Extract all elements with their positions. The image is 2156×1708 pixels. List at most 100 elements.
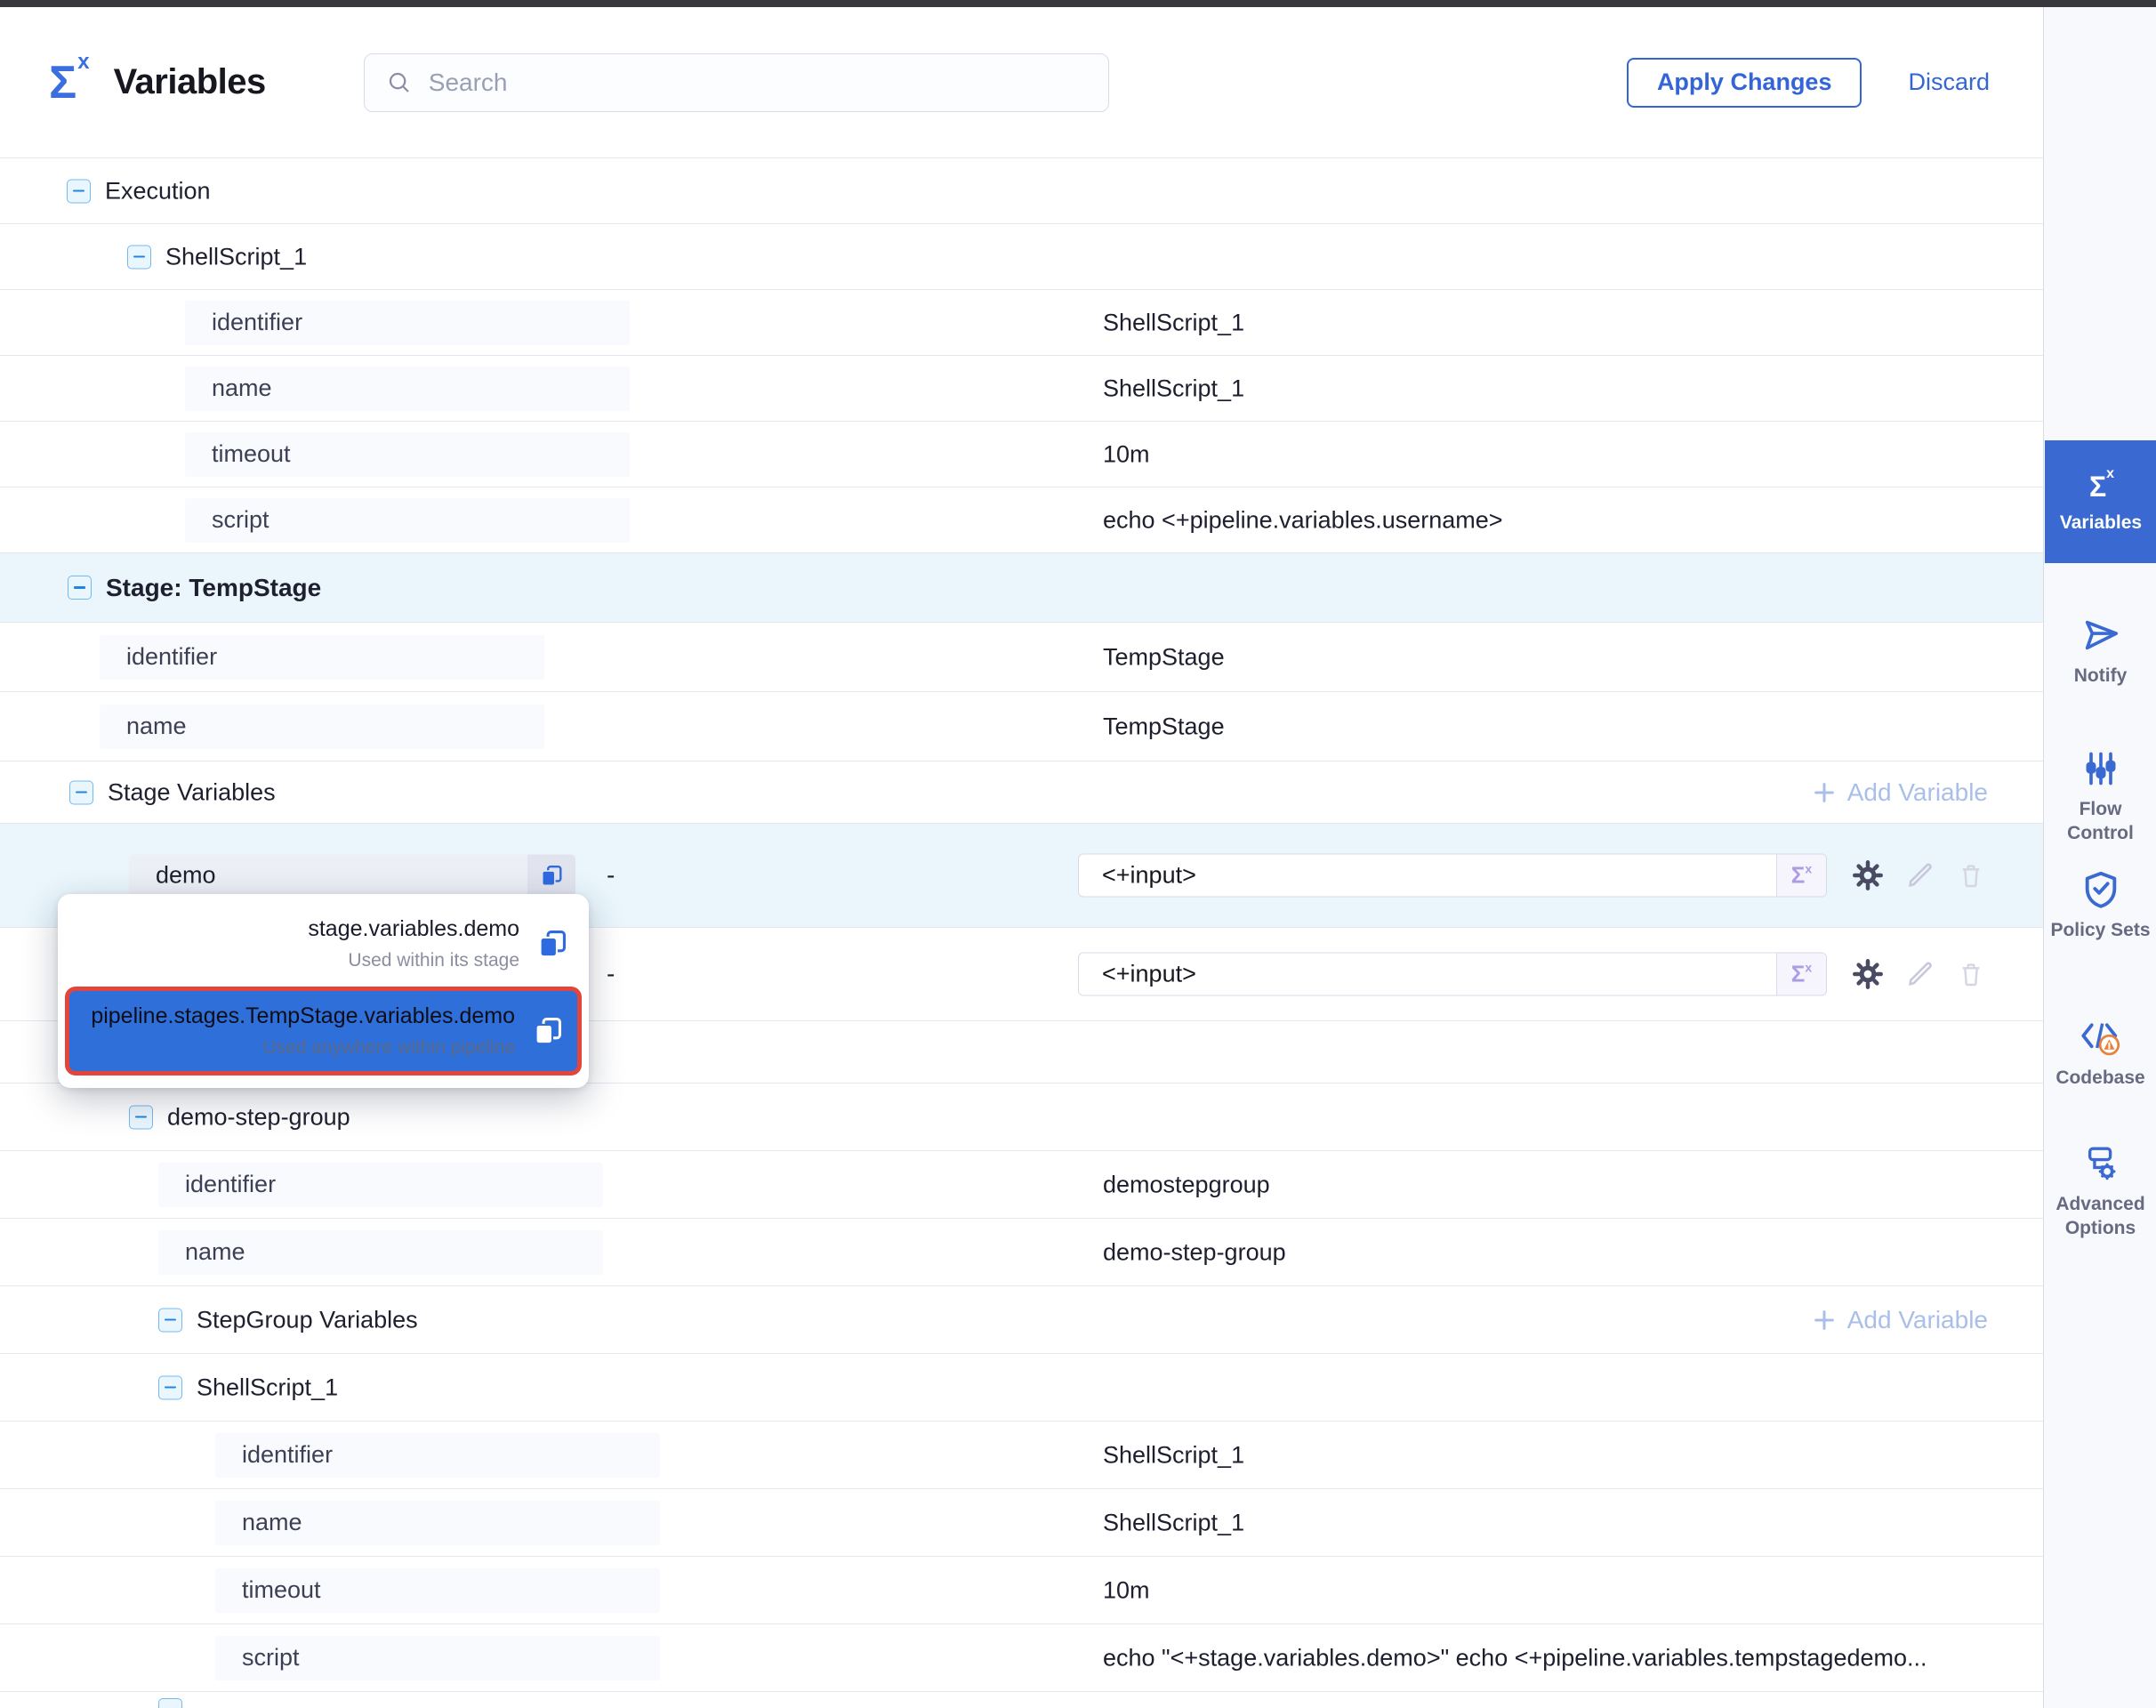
variables-sigma-icon: Σx xyxy=(2089,471,2112,504)
tree-row-shellscript[interactable]: ShellScript_1 xyxy=(0,224,2043,290)
variables-drawer: Σx Variables Search Apply Changes Discar… xyxy=(0,0,2156,1708)
property-value: ShellScript_1 xyxy=(1103,309,1244,336)
property-value: ShellScript_1 xyxy=(1103,1509,1244,1536)
delete-variable-icon[interactable] xyxy=(1957,861,1985,890)
paper-plane-icon xyxy=(2080,615,2121,656)
tree-label: demo-step-group xyxy=(167,1103,350,1131)
collapse-icon[interactable] xyxy=(158,1308,182,1332)
variable-path-popup: stage.variables.demo Used within its sta… xyxy=(58,894,589,1088)
variable-value-input[interactable]: <+input> Σx xyxy=(1078,854,1827,898)
copy-variable-button[interactable] xyxy=(527,855,575,897)
variable-path: stage.variables.demo xyxy=(308,916,519,942)
property-key: script xyxy=(185,498,630,543)
sidebar-item-variables[interactable]: Σx Variables xyxy=(2045,440,2156,563)
sidebar-item-flow-control[interactable]: Flow Control xyxy=(2044,747,2156,845)
edit-variable-icon[interactable] xyxy=(1905,860,1935,890)
variable-path-option-pipeline-selected[interactable]: pipeline.stages.TempStage.variables.demo… xyxy=(65,987,582,1076)
tree-row-stage-variables[interactable]: Stage Variables Add Variable xyxy=(0,761,2043,824)
property-row-timeout: timeout 10m xyxy=(0,1557,2043,1624)
flowchart-gear-icon xyxy=(2080,1143,2121,1184)
sidebar-item-advanced-options[interactable]: Advanced Options xyxy=(2044,1142,2156,1240)
sidebar-item-label: Flow Control xyxy=(2044,797,2156,845)
property-row-identifier: identifier ShellScript_1 xyxy=(0,1422,2043,1489)
collapse-icon[interactable] xyxy=(69,780,93,804)
property-row-identifier: identifier demostepgroup xyxy=(0,1151,2043,1219)
discard-button[interactable]: Discard xyxy=(1908,68,1990,96)
collapse-icon[interactable] xyxy=(127,245,151,269)
property-key: identifier xyxy=(158,1163,603,1207)
collapse-icon[interactable] xyxy=(129,1105,153,1129)
add-variable-label: Add Variable xyxy=(1847,1306,1988,1334)
collapse-icon[interactable] xyxy=(158,1375,182,1399)
tree-row-stepgroup-variables[interactable]: StepGroup Variables Add Variable xyxy=(0,1286,2043,1354)
property-row-identifier: identifier TempStage xyxy=(0,623,2043,692)
sidebar-item-codebase[interactable]: Codebase xyxy=(2044,1016,2156,1090)
search-icon xyxy=(386,69,413,96)
property-value: TempStage xyxy=(1103,713,1225,740)
stage-title: Stage: TempStage xyxy=(106,574,321,602)
sidebar-item-label: Codebase xyxy=(2044,1066,2156,1090)
property-key: identifier xyxy=(100,635,544,680)
add-variable-button[interactable]: Add Variable xyxy=(1812,778,1988,807)
page-title: Variables xyxy=(114,62,266,102)
runtime-input-type-button[interactable]: Σx xyxy=(1776,954,1826,995)
property-key: identifier xyxy=(215,1433,660,1478)
variable-settings-icon[interactable] xyxy=(1852,958,1884,990)
copy-path-icon[interactable] xyxy=(537,929,567,959)
property-key: timeout xyxy=(215,1568,660,1613)
partial-next-row xyxy=(0,1692,2043,1708)
variable-value-input[interactable]: <+input> Σx xyxy=(1078,953,1827,996)
property-value: ShellScript_1 xyxy=(1103,1441,1244,1469)
property-row-name: name TempStage xyxy=(0,692,2043,761)
collapse-icon-partial xyxy=(158,1698,182,1708)
property-value: echo "<+stage.variables.demo>" echo <+pi… xyxy=(1103,1644,1927,1672)
property-row-name: name ShellScript_1 xyxy=(0,356,2043,422)
tree-label: ShellScript_1 xyxy=(197,1374,338,1401)
add-variable-button[interactable]: Add Variable xyxy=(1812,1306,1988,1334)
property-key: name xyxy=(158,1230,603,1275)
tree-row-step-group[interactable]: demo-step-group xyxy=(0,1084,2043,1151)
variables-sigma-icon: Σx xyxy=(49,60,85,106)
property-value: demo-step-group xyxy=(1103,1238,1286,1266)
edit-variable-icon[interactable] xyxy=(1905,959,1935,989)
code-icon xyxy=(2080,1016,2122,1059)
sidebar-item-label: Notify xyxy=(2044,664,2156,688)
variable-scope-hint: Used within its stage xyxy=(308,950,519,971)
tree-row-stage[interactable]: Stage: TempStage xyxy=(0,553,2043,623)
sidebar-item-policy-sets[interactable]: Policy Sets xyxy=(2044,868,2156,942)
tree-label: ShellScript_1 xyxy=(165,243,307,270)
property-key: name xyxy=(185,367,630,411)
panel-header: Σx Variables Search Apply Changes Discar… xyxy=(0,7,2043,157)
property-value: 10m xyxy=(1103,440,1150,468)
warning-badge-icon xyxy=(2100,1035,2119,1054)
copy-path-icon[interactable] xyxy=(533,1016,563,1046)
tree-label: Execution xyxy=(105,177,211,205)
tree-row-execution[interactable]: Execution xyxy=(0,158,2043,224)
variable-value: <+input> xyxy=(1079,862,1776,890)
tree-row-shellscript[interactable]: ShellScript_1 xyxy=(0,1354,2043,1422)
delete-variable-icon[interactable] xyxy=(1957,960,1985,988)
tree-label: StepGroup Variables xyxy=(197,1306,418,1333)
property-value: echo <+pipeline.variables.username> xyxy=(1103,506,1503,534)
collapse-icon[interactable] xyxy=(68,576,92,600)
collapse-icon[interactable] xyxy=(67,179,91,203)
variable-settings-icon[interactable] xyxy=(1852,859,1884,891)
search-placeholder: Search xyxy=(429,68,508,97)
variable-name-input[interactable]: demo xyxy=(129,855,575,897)
property-key: name xyxy=(100,705,544,749)
apply-changes-button[interactable]: Apply Changes xyxy=(1627,58,1862,108)
plus-icon xyxy=(1812,780,1837,805)
tree-label: Stage Variables xyxy=(108,778,276,806)
sidebar-item-notify[interactable]: Notify xyxy=(2044,614,2156,688)
top-dark-bar xyxy=(0,0,2156,7)
property-value: demostepgroup xyxy=(1103,1171,1270,1198)
runtime-input-type-button[interactable]: Σx xyxy=(1776,855,1826,897)
right-sidebar: Σx Variables Notify Flow Contr xyxy=(2043,7,2156,1708)
property-key: timeout xyxy=(185,432,630,477)
property-row-name: name ShellScript_1 xyxy=(0,1489,2043,1557)
variable-path-option-stage[interactable]: stage.variables.demo Used within its sta… xyxy=(65,901,582,987)
property-row-identifier: identifier ShellScript_1 xyxy=(0,290,2043,356)
required-marker: - xyxy=(607,960,615,988)
search-input[interactable]: Search xyxy=(364,53,1109,112)
sidebar-item-label: Advanced Options xyxy=(2044,1192,2156,1240)
